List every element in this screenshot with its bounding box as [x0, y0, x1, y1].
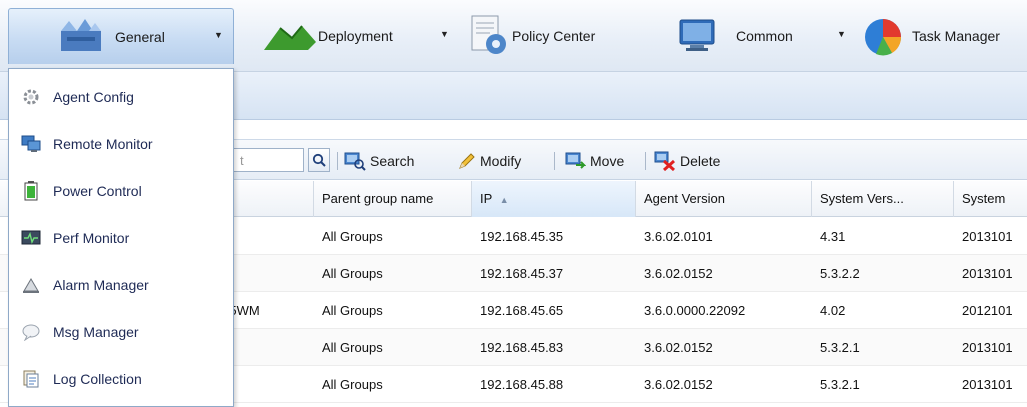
general-label: General — [115, 29, 165, 45]
menu-item-label: Perf Monitor — [53, 229, 130, 246]
cell-parent-group: All Groups — [322, 340, 383, 355]
general-menu-button[interactable]: General ▼ — [8, 8, 234, 64]
modify-button[interactable]: Modify — [458, 150, 521, 172]
separator — [337, 152, 338, 170]
column-header-ip[interactable]: IP ▲ — [472, 181, 636, 217]
cell-system-version: 5.3.2.1 — [820, 377, 860, 392]
bell-icon — [9, 276, 53, 294]
cell-system: 2012101 — [962, 303, 1013, 318]
menu-item-log-collection[interactable]: Log Collection — [9, 355, 233, 402]
cell-agent-version: 3.6.02.0152 — [644, 266, 713, 281]
cell-ip: 192.168.45.35 — [480, 229, 564, 244]
cell-system-version: 5.3.2.2 — [820, 266, 860, 281]
cell-system: 2013101 — [962, 229, 1013, 244]
menu-item-label: Agent Config — [53, 88, 134, 105]
common-label: Common — [736, 28, 793, 44]
cell-system-version: 4.31 — [820, 229, 846, 244]
deployment-icon — [262, 20, 318, 55]
search-submit-button[interactable] — [308, 148, 330, 172]
monitor-icon — [9, 135, 53, 153]
cell-agent-version: 3.6.0.0000.22092 — [644, 303, 746, 318]
cell-system: 2013101 — [962, 377, 1013, 392]
menu-item-agent-config[interactable]: Agent Config — [9, 73, 233, 120]
menu-item-power-control[interactable]: Power Control — [9, 167, 233, 214]
cell-agent-version: 3.6.02.0101 — [644, 229, 713, 244]
cell-system-version: 5.3.2.1 — [820, 340, 860, 355]
chevron-down-icon[interactable]: ▼ — [837, 29, 846, 39]
column-header-parent-group[interactable]: Parent group name — [314, 181, 472, 217]
cell-system-version: 4.02 — [820, 303, 846, 318]
cell-agent-version: 3.6.02.0152 — [644, 377, 713, 392]
chat-bubble-icon — [9, 323, 53, 341]
chevron-down-icon[interactable]: ▼ — [440, 29, 449, 39]
policy-center-button[interactable]: Policy Center — [468, 8, 638, 64]
separator — [554, 152, 555, 170]
cell-system: 2013101 — [962, 266, 1013, 281]
column-header-ip-label: IP — [480, 191, 493, 206]
cell-system: 2013101 — [962, 340, 1013, 355]
cell-parent-group: All Groups — [322, 266, 383, 281]
menu-item-perf-monitor[interactable]: Perf Monitor — [9, 214, 233, 261]
chevron-down-icon[interactable]: ▼ — [214, 30, 223, 40]
modify-button-label: Modify — [480, 153, 522, 169]
menu-item-label: Msg Manager — [53, 323, 139, 340]
task-manager-label: Task Manager — [912, 28, 1000, 44]
policy-center-label: Policy Center — [512, 28, 596, 44]
cell-parent-group: All Groups — [322, 377, 383, 392]
task-manager-button[interactable]: Task Manager — [862, 8, 1027, 64]
pie-chart-icon — [862, 16, 904, 61]
deployment-label: Deployment — [318, 28, 393, 44]
search-input[interactable] — [234, 148, 304, 172]
menu-item-alarm-manager[interactable]: Alarm Manager — [9, 261, 233, 308]
cell-agent-version: 3.6.02.0152 — [644, 340, 713, 355]
main-toolbar: General ▼ Deployment ▼ Policy Center Com… — [0, 0, 1027, 72]
menu-item-label: Remote Monitor — [53, 135, 153, 152]
general-dropdown-menu: Agent Config Remote Monitor Power Contro… — [8, 68, 234, 407]
move-button-label: Move — [590, 153, 625, 169]
cell-ip: 192.168.45.65 — [480, 303, 564, 318]
deployment-button[interactable]: Deployment ▼ — [262, 8, 462, 64]
menu-item-label: Log Collection — [53, 370, 142, 387]
gear-icon — [9, 88, 53, 106]
delete-button-label: Delete — [680, 153, 721, 169]
general-icon — [59, 17, 103, 56]
battery-icon — [9, 180, 53, 201]
menu-item-remote-monitor[interactable]: Remote Monitor — [9, 120, 233, 167]
cell-ip: 192.168.45.83 — [480, 340, 564, 355]
cell-ip: 192.168.45.88 — [480, 377, 564, 392]
cell-parent-group: All Groups — [322, 229, 383, 244]
cell-parent-group: All Groups — [322, 303, 383, 318]
column-header-system[interactable]: System — [954, 181, 1027, 217]
magnifier-icon — [312, 153, 326, 167]
log-icon — [9, 370, 53, 388]
policy-gear-icon — [468, 14, 510, 61]
monitor-icon — [678, 18, 718, 57]
column-header-system-version[interactable]: System Vers... — [812, 181, 954, 217]
menu-item-label: Power Control — [53, 182, 142, 199]
menu-item-msg-manager[interactable]: Msg Manager — [9, 308, 233, 355]
separator — [645, 152, 646, 170]
pulse-icon — [9, 230, 53, 246]
pencil-icon — [459, 153, 475, 169]
cell-ip: 192.168.45.37 — [480, 266, 564, 281]
search-button[interactable]: Search — [344, 150, 414, 172]
search-button-label: Search — [370, 153, 415, 169]
column-header-agent-version[interactable]: Agent Version — [636, 181, 812, 217]
delete-button[interactable]: Delete — [654, 150, 720, 172]
sort-ascending-icon: ▲ — [499, 195, 509, 205]
menu-item-label: Alarm Manager — [53, 276, 149, 293]
search-computer-icon — [344, 152, 366, 171]
move-computer-icon — [565, 152, 586, 169]
delete-computer-icon — [654, 151, 676, 171]
move-button[interactable]: Move — [564, 150, 624, 172]
common-button[interactable]: Common ▼ — [678, 8, 856, 64]
